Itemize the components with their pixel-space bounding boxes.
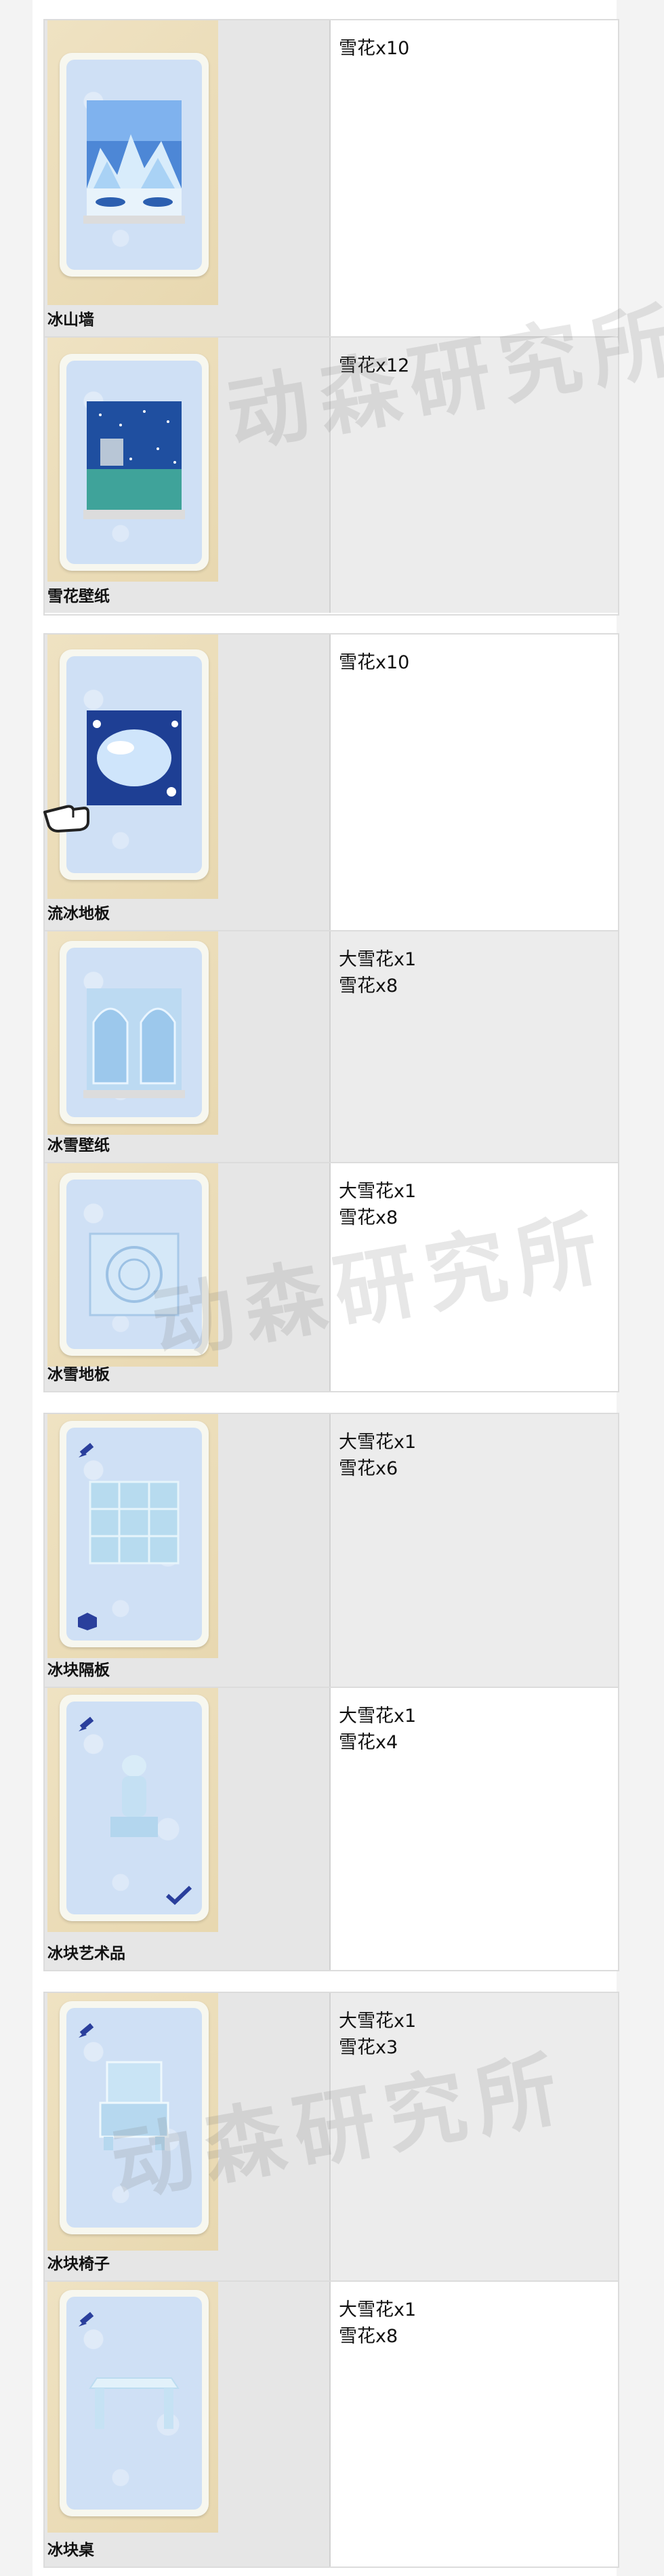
card-pattern (66, 2008, 202, 2228)
table-row[interactable]: 流冰地板 雪花x10 (45, 635, 618, 931)
materials-text: 大雪花x1 雪花x6 (339, 1432, 417, 1479)
materials-cell: 大雪花x1 雪花x6 (331, 1414, 618, 1687)
table-row[interactable]: 冰块艺术品 大雪花x1 雪花x4 (45, 1688, 618, 1970)
card-pattern (66, 60, 202, 270)
item-card-background (47, 1688, 218, 1932)
item-card-background (47, 931, 218, 1135)
item-image-cell: 雪花壁纸 (45, 338, 331, 613)
item-card-background (47, 1414, 218, 1658)
card-pattern (66, 2297, 202, 2510)
recipe-group-3: 冰块隔板 大雪花x1 雪花x6 冰块艺术品 大雪花x1 雪花x4 (43, 1413, 619, 1971)
materials-cell: 大雪花x1 雪花x8 (331, 931, 618, 1162)
card-pattern (66, 1428, 202, 1641)
item-image-cell: 冰块艺术品 (45, 1688, 331, 1970)
materials-cell: 大雪花x1 雪花x4 (331, 1688, 618, 1970)
item-card (60, 649, 209, 880)
item-name: 流冰地板 (47, 905, 110, 923)
card-pattern (66, 1702, 202, 1914)
item-name: 冰山墙 (47, 311, 94, 329)
item-card (60, 1173, 209, 1356)
ice-sculpture-art (110, 1755, 158, 1837)
materials-text: 大雪花x1 雪花x8 (339, 949, 417, 997)
table-row[interactable]: 冰雪壁纸 大雪花x1 雪花x8 (45, 931, 618, 1163)
item-card (60, 2001, 209, 2234)
item-image-cell: 流冰地板 (45, 635, 331, 930)
item-name: 雪花壁纸 (47, 588, 110, 605)
card-pattern (66, 948, 202, 1117)
item-card (60, 1695, 209, 1921)
item-image-cell: 冰山墙 (45, 20, 331, 336)
item-name: 冰块桌 (47, 2541, 94, 2559)
item-card-background (47, 1993, 218, 2251)
item-name: 冰块艺术品 (47, 1945, 125, 1963)
item-name: 冰雪地板 (47, 1366, 110, 1384)
item-card (60, 2290, 209, 2516)
item-card (60, 941, 209, 1124)
item-card (60, 53, 209, 277)
materials-text: 雪花x10 (339, 652, 410, 673)
materials-cell: 雪花x10 (331, 20, 618, 336)
item-card-background (47, 1163, 218, 1367)
materials-text: 雪花x12 (339, 355, 410, 376)
ice-chair-art (99, 2061, 169, 2150)
item-image-cell: 冰块隔板 (45, 1414, 331, 1687)
table-row[interactable]: 冰块桌 大雪花x1 雪花x8 (45, 2282, 618, 2567)
checkmark-icon (165, 1885, 192, 1905)
materials-text: 大雪花x1 雪花x8 (339, 1181, 417, 1228)
recipe-group-1: 冰山墙 雪花x10 雪花壁纸 雪花x12 (43, 19, 619, 616)
pointer-hand-icon (43, 805, 89, 832)
materials-text: 大雪花x1 雪花x8 (339, 2299, 417, 2347)
frozen-wall-art (83, 988, 185, 1098)
materials-text: 雪花x10 (339, 38, 410, 59)
materials-text: 大雪花x1 雪花x4 (339, 1706, 417, 1753)
item-card-background (47, 635, 218, 899)
materials-cell: 大雪花x1 雪花x3 (331, 1993, 618, 2280)
item-image-cell: 冰雪壁纸 (45, 931, 331, 1162)
snowflake-wallpaper-art (83, 401, 185, 519)
item-name: 冰块椅子 (47, 2255, 110, 2273)
recipe-group-2: 流冰地板 雪花x10 冰雪壁纸 大雪花x1 雪花x8 冰雪地板 大雪花x1 雪花… (43, 633, 619, 1392)
item-image-cell: 冰雪地板 (45, 1163, 331, 1391)
item-card-background (47, 20, 218, 305)
item-card (60, 354, 209, 571)
materials-cell: 大雪花x1 雪花x8 (331, 1163, 618, 1391)
table-row[interactable]: 冰山墙 雪花x10 (45, 20, 618, 338)
recipe-group-4: 冰块椅子 大雪花x1 雪花x3 冰块桌 大雪花x1 雪花x8 (43, 1992, 619, 2568)
card-pattern (66, 1180, 202, 1349)
table-row[interactable]: 冰雪地板 大雪花x1 雪花x8 (45, 1163, 618, 1391)
storage-box-icon (78, 1613, 97, 1630)
item-name: 冰雪壁纸 (47, 1137, 110, 1154)
table-row[interactable]: 冰块椅子 大雪花x1 雪花x3 (45, 1993, 618, 2282)
table-row[interactable]: 雪花壁纸 雪花x12 (45, 338, 618, 613)
materials-cell: 雪花x12 (331, 338, 618, 613)
ice-partition-art (89, 1481, 180, 1565)
item-card (60, 1421, 209, 1647)
materials-cell: 雪花x10 (331, 635, 618, 930)
card-pattern (66, 361, 202, 564)
materials-text: 大雪花x1 雪花x3 (339, 2011, 417, 2058)
item-image-cell: 冰块椅子 (45, 1993, 331, 2280)
card-pattern (66, 656, 202, 873)
drift-ice-flooring-art (87, 710, 182, 805)
item-card-background (47, 2282, 218, 2533)
table-row[interactable]: 冰块隔板 大雪花x1 雪花x6 (45, 1414, 618, 1688)
item-name: 冰块隔板 (47, 1662, 110, 1679)
item-card-background (47, 338, 218, 582)
frozen-floor-art (89, 1232, 180, 1316)
materials-cell: 大雪花x1 雪花x8 (331, 2282, 618, 2567)
item-image-cell: 冰块桌 (45, 2282, 331, 2567)
ice-table-art (89, 2377, 180, 2429)
iceberg-wall-art (83, 100, 185, 224)
